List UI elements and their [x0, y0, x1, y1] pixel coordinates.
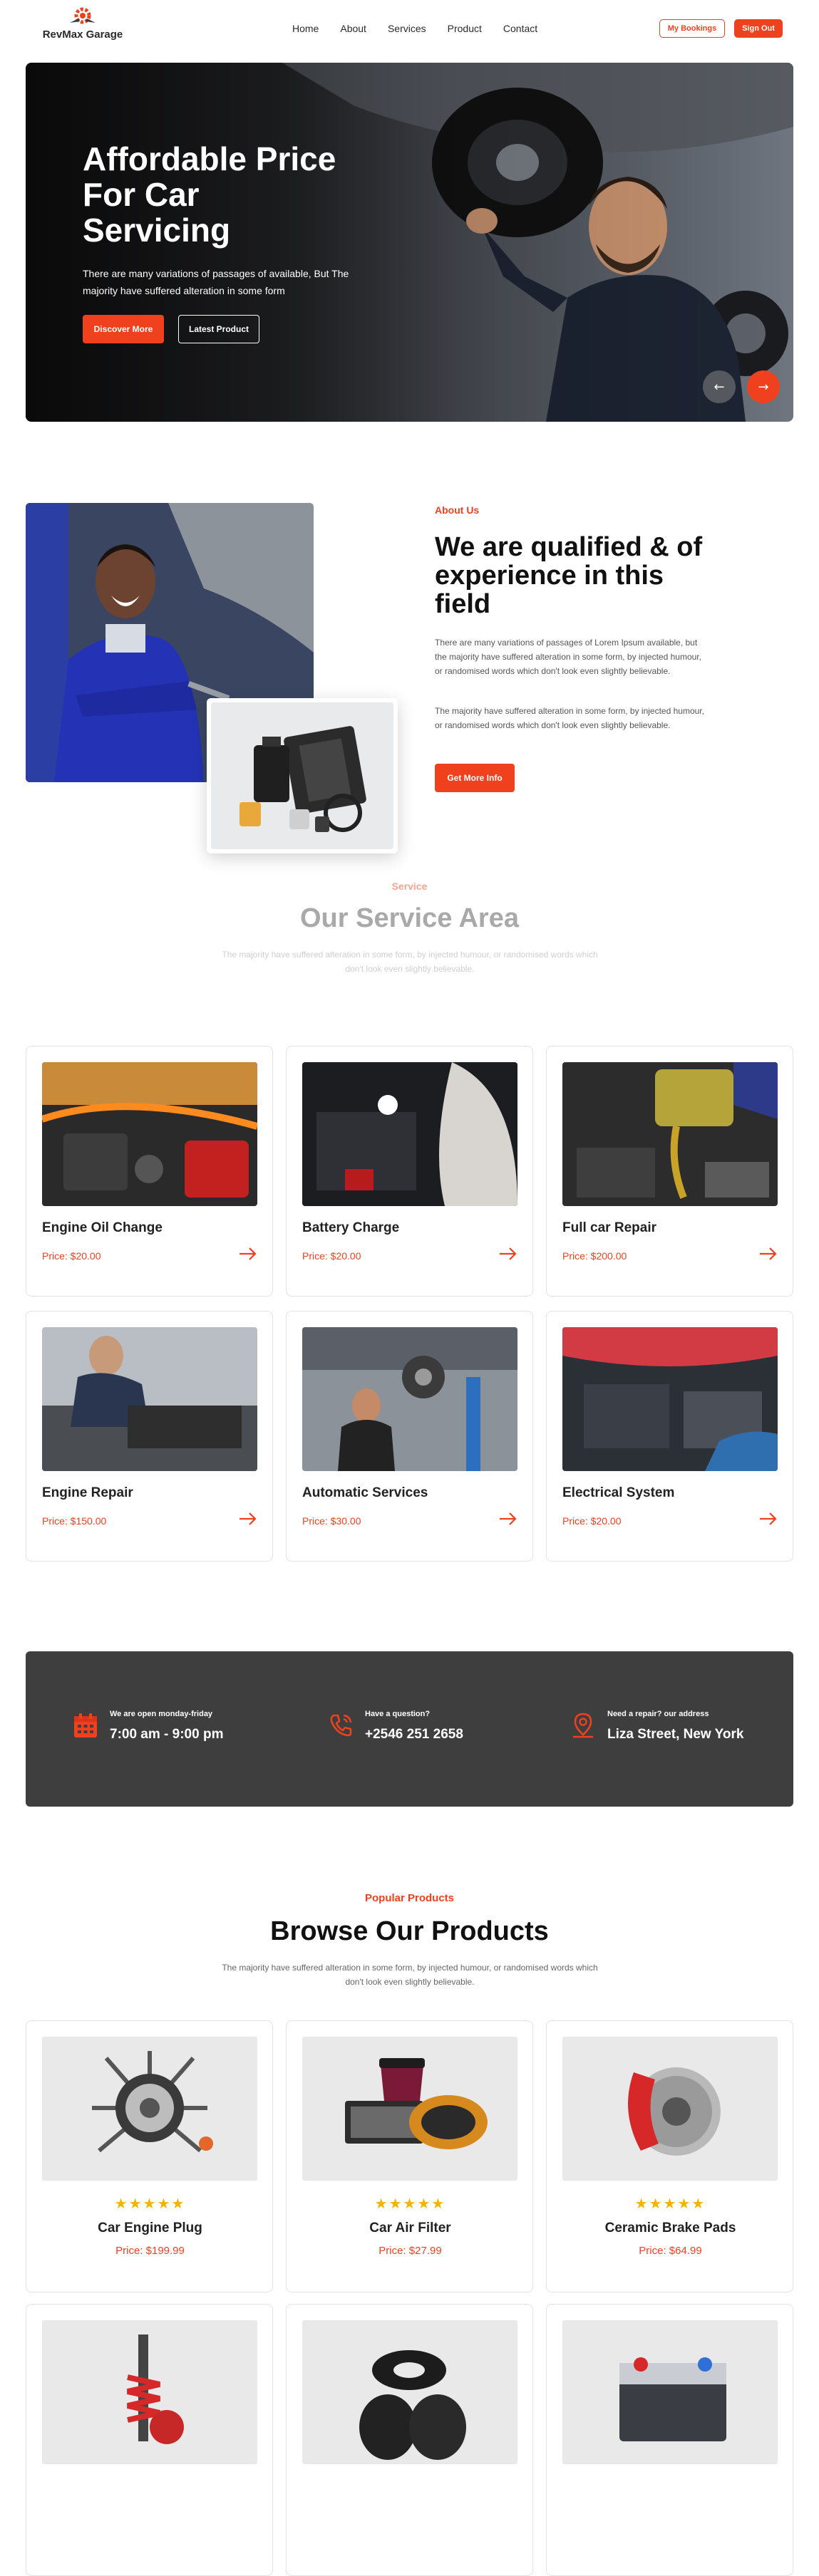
get-more-info-button[interactable]: Get More Info: [435, 764, 515, 792]
hours-value: 7:00 am - 9:00 pm: [110, 1727, 224, 1742]
product-card[interactable]: [26, 2304, 273, 2576]
gear-logo-icon: [70, 7, 96, 24]
service-price: Price: $30.00: [302, 1515, 361, 1527]
product-name: Ceramic Brake Pads: [604, 2221, 736, 2235]
arrow-right-icon[interactable]: [237, 1511, 259, 1527]
services-tag: Service: [391, 881, 428, 892]
service-card[interactable]: Engine Oil Change Price: $20.00: [26, 1046, 273, 1297]
nav-product[interactable]: Product: [448, 23, 482, 34]
phone-number[interactable]: +2546 251 2658: [365, 1727, 463, 1743]
arrow-right-icon[interactable]: →: [747, 370, 780, 403]
product-name: Car Air Filter: [369, 2221, 451, 2235]
full-car-repair-image: [562, 1062, 778, 1206]
arrow-right-icon[interactable]: [758, 1246, 779, 1262]
service-price: Price: $20.00: [302, 1250, 361, 1262]
hero-description: There are many variations of passages of…: [83, 268, 349, 296]
product-price: Price: $27.99: [378, 2245, 442, 2257]
service-name: Electrical System: [562, 1485, 675, 1500]
automatic-services-image: [302, 1327, 517, 1471]
location-pin-icon: [573, 1713, 593, 1738]
service-name: Battery Charge: [302, 1220, 400, 1235]
about-paragraph-2: The majority have suffered alteration in…: [435, 706, 704, 730]
product-price: Price: $199.99: [115, 2245, 185, 2257]
car-engine-plug-image: [42, 2037, 257, 2181]
nav-about[interactable]: About: [340, 23, 366, 34]
about-tag: About Us: [435, 504, 480, 516]
engine-oil-change-image: [42, 1062, 257, 1206]
my-bookings-button[interactable]: My Bookings: [659, 19, 725, 38]
car-battery-image: [562, 2320, 778, 2464]
brand-name: RevMax Garage: [42, 28, 123, 41]
arrow-right-icon[interactable]: [758, 1511, 779, 1527]
calendar-icon: [74, 1713, 97, 1738]
engine-repair-image: [42, 1327, 257, 1471]
nav-contact[interactable]: Contact: [503, 23, 537, 34]
service-card[interactable]: Automatic Services Price: $30.00: [286, 1311, 533, 1562]
service-price: Price: $150.00: [42, 1515, 107, 1527]
brand-logo[interactable]: RevMax Garage: [40, 6, 125, 41]
hero-banner: Affordable Price For Car Servicing There…: [26, 63, 793, 422]
hero-title: Affordable Price For Car Servicing: [83, 140, 336, 249]
product-price: Price: $64.99: [639, 2245, 702, 2257]
car-tires-image: [302, 2320, 517, 2464]
rating-stars: ★★★★★: [114, 2195, 186, 2212]
service-name: Engine Repair: [42, 1485, 133, 1500]
service-card[interactable]: Full car Repair Price: $200.00: [546, 1046, 793, 1297]
service-name: Automatic Services: [302, 1485, 428, 1500]
product-card[interactable]: [546, 2304, 793, 2576]
service-price: Price: $20.00: [42, 1250, 101, 1262]
electrical-system-image: [562, 1327, 778, 1471]
arrow-right-icon[interactable]: [498, 1511, 519, 1527]
phone-label: Have a question?: [365, 1710, 431, 1718]
service-name: Full car Repair: [562, 1220, 656, 1235]
products-title: Browse Our Products: [270, 1916, 549, 1946]
service-card[interactable]: Electrical System Price: $20.00: [546, 1311, 793, 1562]
services-subtitle: The majority have suffered alteration in…: [222, 950, 598, 974]
about-title: We are qualified & of experience in this…: [435, 532, 703, 619]
main-nav: Home About Services Product Contact: [292, 23, 559, 34]
service-card[interactable]: Engine Repair Price: $150.00: [26, 1311, 273, 1562]
discover-more-button[interactable]: Discover More: [83, 315, 164, 343]
shock-absorber-image: [42, 2320, 257, 2464]
battery-charge-image: [302, 1062, 517, 1206]
service-card[interactable]: Battery Charge Price: $20.00: [286, 1046, 533, 1297]
address-label: Need a repair? our address: [607, 1710, 709, 1718]
car-parts-image: [207, 698, 398, 853]
contact-info-bar: We are open monday-friday 7:00 am - 9:00…: [26, 1651, 793, 1807]
arrow-right-icon[interactable]: [498, 1246, 519, 1262]
hours-label: We are open monday-friday: [110, 1710, 213, 1718]
sign-out-button[interactable]: Sign Out: [734, 19, 783, 38]
service-price: Price: $20.00: [562, 1515, 622, 1527]
car-air-filter-image: [302, 2037, 517, 2181]
product-card[interactable]: ★★★★★ Ceramic Brake Pads Price: $64.99: [546, 2020, 793, 2292]
rating-stars: ★★★★★: [634, 2195, 706, 2212]
product-card[interactable]: ★★★★★ Car Air Filter Price: $27.99: [286, 2020, 533, 2292]
address-value: Liza Street, New York: [607, 1727, 744, 1742]
product-card[interactable]: ★★★★★ Car Engine Plug Price: $199.99: [26, 2020, 273, 2292]
arrow-left-icon[interactable]: ←: [703, 370, 736, 403]
about-paragraph-1: There are many variations of passages of…: [435, 638, 701, 676]
products-tag: Popular Products: [364, 1892, 455, 1904]
rating-stars: ★★★★★: [374, 2195, 446, 2212]
nav-services[interactable]: Services: [388, 23, 426, 34]
service-price: Price: $200.00: [562, 1250, 627, 1262]
ceramic-brake-pads-image: [562, 2037, 778, 2181]
arrow-right-icon[interactable]: [237, 1246, 259, 1262]
products-subtitle: The majority have suffered alteration in…: [222, 1963, 598, 1987]
service-name: Engine Oil Change: [42, 1220, 163, 1235]
site-header: RevMax Garage Home About Services Produc…: [0, 0, 819, 63]
nav-home[interactable]: Home: [292, 23, 319, 34]
phone-icon: [330, 1714, 352, 1737]
latest-product-button[interactable]: Latest Product: [178, 315, 259, 343]
product-name: Car Engine Plug: [98, 2221, 202, 2235]
services-title: Our Service Area: [300, 903, 519, 933]
product-card[interactable]: [286, 2304, 533, 2576]
